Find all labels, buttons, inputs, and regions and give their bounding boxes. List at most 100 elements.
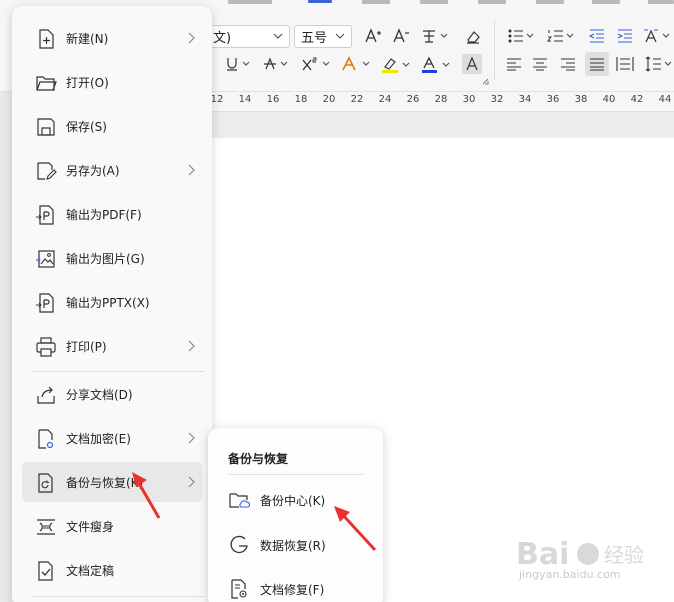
- font-size-select[interactable]: 五号: [294, 25, 352, 48]
- strikethrough-icon[interactable]: [262, 54, 292, 74]
- ruler-tick: 34: [518, 94, 532, 105]
- slim-icon: [37, 519, 55, 535]
- backup-icon: [38, 473, 53, 493]
- chevron-down-icon: [273, 33, 283, 39]
- file-menu: 新建(N) 打开(O) 保存(S) 另存为(A) 输出为PDF(F) 输出为图片…: [12, 6, 212, 602]
- ruler-tick: 26: [406, 94, 420, 105]
- align-center-icon[interactable]: [530, 54, 550, 74]
- ribbon-tab-fragment[interactable]: [478, 0, 506, 4]
- grow-font-icon[interactable]: [362, 26, 384, 46]
- ribbon-divider: [494, 20, 495, 80]
- menu-item-open[interactable]: 打开(O): [22, 62, 202, 102]
- vertical-ruler: [0, 92, 12, 602]
- finalize-icon: [38, 561, 53, 581]
- ribbon-tab-fragment[interactable]: [536, 0, 564, 4]
- ruler-tick: 22: [350, 94, 364, 105]
- menu-item-label: 输出为PPTX(X): [66, 296, 150, 310]
- font-size-value: 五号: [301, 31, 328, 46]
- phonetic-guide-icon[interactable]: [418, 26, 452, 46]
- chevron-right-icon: [188, 432, 195, 444]
- export-pptx-icon: [36, 293, 54, 313]
- export-image-icon: [36, 250, 55, 268]
- doc-repair-icon: [231, 579, 247, 599]
- align-left-icon[interactable]: [504, 54, 524, 74]
- menu-item-save[interactable]: 保存(S): [22, 106, 202, 146]
- new-file-icon: [39, 29, 54, 49]
- font-name-value: 文): [213, 31, 232, 46]
- shrink-font-icon[interactable]: [390, 26, 412, 46]
- font-color-icon[interactable]: [420, 54, 454, 76]
- submenu-item-label: 文档修复(F): [260, 583, 325, 597]
- font-name-select[interactable]: 文): [206, 25, 290, 48]
- text-direction-icon[interactable]: [642, 26, 672, 46]
- menu-item-label: 保存(S): [66, 120, 107, 134]
- ribbon-tab-fragment[interactable]: [648, 0, 674, 4]
- text-effect-icon[interactable]: [340, 54, 374, 74]
- data-recovery-icon: [230, 535, 248, 554]
- menu-item-finalize[interactable]: 文档定稿: [22, 550, 202, 590]
- menu-item-label: 打开(O): [66, 76, 109, 90]
- increase-indent-icon[interactable]: [614, 26, 636, 46]
- menu-item-new[interactable]: 新建(N): [22, 18, 202, 58]
- save-as-icon: [37, 162, 57, 180]
- backup-center-icon: [229, 493, 250, 508]
- menu-item-export-pdf[interactable]: 输出为PDF(F): [22, 194, 202, 234]
- character-shading-icon[interactable]: [462, 54, 482, 74]
- align-right-icon[interactable]: [558, 54, 578, 74]
- annotation-arrow-icon: [132, 472, 161, 519]
- ribbon-tab-fragment[interactable]: [420, 0, 448, 4]
- watermark-url: jingyan.baidu.com: [519, 568, 621, 581]
- decrease-indent-icon[interactable]: [586, 26, 608, 46]
- submenu-item-doc-repair[interactable]: 文档修复(F): [222, 571, 372, 602]
- menu-item-encrypt[interactable]: 文档加密(E): [22, 418, 202, 458]
- ruler-tick: 14: [238, 94, 252, 105]
- menu-item-export-image[interactable]: 输出为图片(G): [22, 238, 202, 278]
- menu-item-label: 另存为(A): [66, 164, 120, 178]
- ruler-tick: 36: [546, 94, 560, 105]
- ribbon-tab-fragment[interactable]: [362, 0, 390, 4]
- highlight-icon[interactable]: [380, 54, 414, 76]
- horizontal-ruler[interactable]: 12 14 16 18 20 22 24 26 28 30 32 34 36 3…: [200, 92, 674, 112]
- svg-text:经验: 经验: [604, 543, 644, 567]
- ruler-tick: 16: [266, 94, 280, 105]
- submenu-item-label: 数据恢复(R): [260, 539, 326, 553]
- clear-format-icon[interactable]: [462, 26, 484, 46]
- chevron-right-icon: [188, 340, 195, 352]
- align-justify-icon[interactable]: [585, 52, 609, 76]
- ruler-tick: 28: [434, 94, 448, 105]
- ruler-tick: 20: [322, 94, 336, 105]
- folder-open-icon: [36, 76, 57, 91]
- print-icon: [36, 337, 56, 357]
- menu-item-share[interactable]: 分享文档(D): [22, 374, 202, 414]
- ribbon-tab-fragment[interactable]: [228, 0, 272, 4]
- submenu-title: 备份与恢复: [228, 452, 289, 466]
- menu-divider: [32, 371, 204, 372]
- svg-text:Bai: Bai: [516, 537, 569, 572]
- bullet-list-icon[interactable]: [506, 26, 536, 46]
- chevron-down-icon: [335, 33, 345, 39]
- ruler-tick: 30: [462, 94, 476, 105]
- menu-item-label: 分享文档(D): [66, 388, 133, 402]
- line-spacing-icon[interactable]: [644, 54, 674, 74]
- menu-item-backup-restore[interactable]: 备份与恢复(K): [22, 462, 202, 502]
- menu-item-export-pptx[interactable]: 输出为PPTX(X): [22, 282, 202, 322]
- distributed-align-icon[interactable]: [614, 54, 636, 74]
- menu-divider: [32, 596, 204, 597]
- encrypt-icon: [38, 429, 54, 449]
- dialog-launcher-icon[interactable]: [482, 78, 489, 85]
- ruler-tick: 32: [490, 94, 504, 105]
- menu-item-slim[interactable]: 文件瘦身: [22, 506, 202, 546]
- chevron-right-icon: [188, 32, 195, 44]
- ruler-tick: 42: [630, 94, 644, 105]
- underline-icon[interactable]: [224, 54, 254, 74]
- numbered-list-icon[interactable]: [546, 26, 576, 46]
- ribbon-tab-active[interactable]: [308, 0, 332, 3]
- menu-item-save-as[interactable]: 另存为(A): [22, 150, 202, 190]
- menu-item-print[interactable]: 打印(P): [22, 326, 202, 366]
- superscript-icon[interactable]: [300, 54, 334, 74]
- ribbon-tab-fragment[interactable]: [592, 0, 620, 4]
- menu-item-label: 文件瘦身: [66, 520, 115, 534]
- ruler-tick: 12: [210, 94, 224, 105]
- menu-item-label: 文档定稿: [66, 564, 115, 578]
- chevron-right-icon: [188, 476, 195, 488]
